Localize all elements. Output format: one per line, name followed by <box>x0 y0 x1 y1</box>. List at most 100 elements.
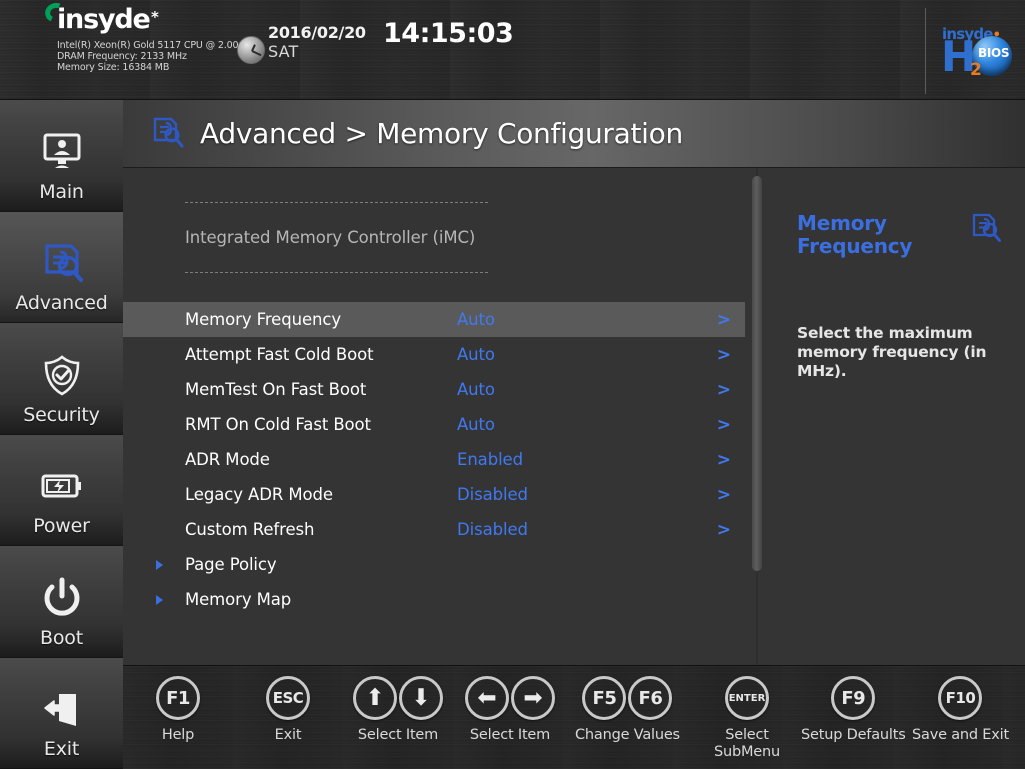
h2o-bios-text: BIOS <box>978 46 1010 60</box>
page-title: Advanced > Memory Configuration <box>200 117 683 150</box>
chevron-right-icon[interactable]: > <box>717 380 731 400</box>
arrow-right-icon[interactable]: ➡ <box>511 676 555 720</box>
table-row[interactable]: ADR Mode Enabled > <box>123 442 745 477</box>
table-row[interactable]: Page Policy <box>123 547 745 582</box>
sidebar-label-exit: Exit <box>43 738 80 760</box>
scrollbar[interactable] <box>752 168 762 665</box>
group-label: Integrated Memory Controller (iMC) <box>185 228 476 247</box>
row-label: Memory Map <box>185 590 292 609</box>
chevron-right-icon[interactable]: > <box>717 520 731 540</box>
key-help[interactable]: F1 Help <box>156 676 200 744</box>
h2o-bios-logo: insyde• H 2 BIOS <box>925 8 1017 94</box>
document-magnifier-icon <box>969 212 1003 246</box>
sidebar-item-main[interactable]: Main <box>0 100 123 212</box>
sidebar-label-power: Power <box>33 515 90 537</box>
h2o-subscript-2: 2 <box>970 60 982 80</box>
arrow-left-icon[interactable]: ⬅ <box>465 676 509 720</box>
key-label: Select Item <box>469 727 551 743</box>
chevron-right-icon[interactable]: > <box>717 415 731 435</box>
help-panel: Memory Frequency Select the maximum memo… <box>768 168 1025 665</box>
chevron-right-icon[interactable]: > <box>717 485 731 505</box>
arrow-up-icon[interactable]: ⬆ <box>353 676 397 720</box>
sidebar-item-exit[interactable]: Exit <box>0 657 123 769</box>
key-f9[interactable]: F9 <box>831 676 876 720</box>
key-select-submenu[interactable]: ENTER Select SubMenu <box>714 676 780 761</box>
row-value[interactable]: Auto <box>457 345 677 364</box>
page-title-bar: Advanced > Memory Configuration <box>123 100 1025 168</box>
key-select-item-vertical[interactable]: ⬆ ⬇ Select Item <box>353 676 443 744</box>
document-magnifier-icon <box>150 116 186 152</box>
row-label: Attempt Fast Cold Boot <box>185 345 374 364</box>
table-row[interactable]: RMT On Cold Fast Boot Auto > <box>123 407 745 442</box>
key-esc[interactable]: ESC <box>266 676 310 720</box>
row-value[interactable]: Auto <box>457 380 677 399</box>
sidebar-item-power[interactable]: Power <box>0 434 123 546</box>
key-f5[interactable]: F5 <box>582 676 627 720</box>
row-label: ADR Mode <box>185 450 270 469</box>
content-area: Integrated Memory Controller (iMC) Memor… <box>123 168 1025 665</box>
row-label: MemTest On Fast Boot <box>185 380 367 399</box>
key-enter[interactable]: ENTER <box>725 676 769 720</box>
row-label: Custom Refresh <box>185 520 315 539</box>
row-label: RMT On Cold Fast Boot <box>185 415 371 434</box>
help-description: Select the maximum memory frequency (in … <box>797 324 987 380</box>
key-label: Select SubMenu <box>714 727 781 760</box>
help-title: Memory Frequency <box>797 211 913 258</box>
shield-check-icon <box>36 352 88 400</box>
system-date: 2016/02/20 <box>268 23 366 42</box>
submenu-arrow-icon <box>156 560 163 570</box>
key-label: Setup Defaults <box>801 727 906 743</box>
clock-icon <box>237 36 265 64</box>
document-magnifier-icon <box>36 240 88 288</box>
key-save-and-exit[interactable]: F10 Save and Exit <box>912 676 1009 744</box>
sidebar-item-advanced[interactable]: Advanced <box>0 211 123 323</box>
key-label: Help <box>161 727 195 743</box>
table-row[interactable]: MemTest On Fast Boot Auto > <box>123 372 745 407</box>
key-label: Select Item <box>357 727 439 743</box>
sidebar-nav: Main Advanced Security Power Boot Exit <box>0 100 123 769</box>
sidebar-item-security[interactable]: Security <box>0 323 123 435</box>
row-value[interactable]: Enabled <box>457 450 677 469</box>
cpu-info-text: Intel(R) Xeon(R) Gold 5117 CPU @ 2.00GHz… <box>57 40 258 73</box>
sidebar-label-boot: Boot <box>40 626 83 649</box>
power-icon <box>36 575 88 623</box>
arrow-down-icon[interactable]: ⬇ <box>399 676 443 720</box>
table-row[interactable]: Memory Frequency Auto > <box>123 302 745 337</box>
chevron-right-icon[interactable]: > <box>717 310 731 330</box>
submenu-arrow-icon <box>156 595 163 605</box>
row-label: Page Policy <box>185 555 277 574</box>
key-f10[interactable]: F10 <box>938 676 983 720</box>
key-change-values[interactable]: F5 F6 Change Values <box>575 676 680 744</box>
row-label: Memory Frequency <box>185 310 341 329</box>
sidebar-label-security: Security <box>23 403 100 426</box>
row-value[interactable]: Auto <box>457 415 677 434</box>
chevron-right-icon[interactable]: > <box>717 450 731 470</box>
table-row[interactable]: Memory Map <box>123 582 745 617</box>
key-setup-defaults[interactable]: F9 Setup Defaults <box>801 676 906 744</box>
chevron-right-icon[interactable]: > <box>717 345 731 365</box>
settings-list: Integrated Memory Controller (iMC) Memor… <box>123 168 745 665</box>
sidebar-item-boot[interactable]: Boot <box>0 546 123 658</box>
row-value[interactable]: Disabled <box>457 485 677 504</box>
function-key-bar: F1 Help ESC Exit ⬆ ⬇ Select Item ⬅ ➡ Sel… <box>123 665 1025 769</box>
battery-bolt-icon <box>36 463 88 511</box>
row-value[interactable]: Disabled <box>457 520 677 539</box>
separator-top <box>185 202 488 203</box>
key-label: Save and Exit <box>912 727 1009 743</box>
table-row[interactable]: Legacy ADR Mode Disabled > <box>123 477 745 512</box>
insyde-wordmark: insyde <box>57 4 151 35</box>
scrollbar-thumb[interactable] <box>752 176 762 571</box>
insyde-trademark: * <box>150 8 159 26</box>
monitor-user-icon <box>36 129 88 177</box>
key-f1[interactable]: F1 <box>156 676 200 720</box>
key-select-item-horizontal[interactable]: ⬅ ➡ Select Item <box>465 676 555 744</box>
insyde-logo: insyde * <box>42 0 159 35</box>
key-exit[interactable]: ESC Exit <box>266 676 310 744</box>
key-label: Change Values <box>575 727 680 743</box>
table-row[interactable]: Custom Refresh Disabled > <box>123 512 745 547</box>
system-time: 14:15:03 <box>383 18 514 49</box>
row-value[interactable]: Auto <box>457 310 677 329</box>
sidebar-label-advanced: Advanced <box>15 292 108 314</box>
key-f6[interactable]: F6 <box>628 676 673 720</box>
table-row[interactable]: Attempt Fast Cold Boot Auto > <box>123 337 745 372</box>
